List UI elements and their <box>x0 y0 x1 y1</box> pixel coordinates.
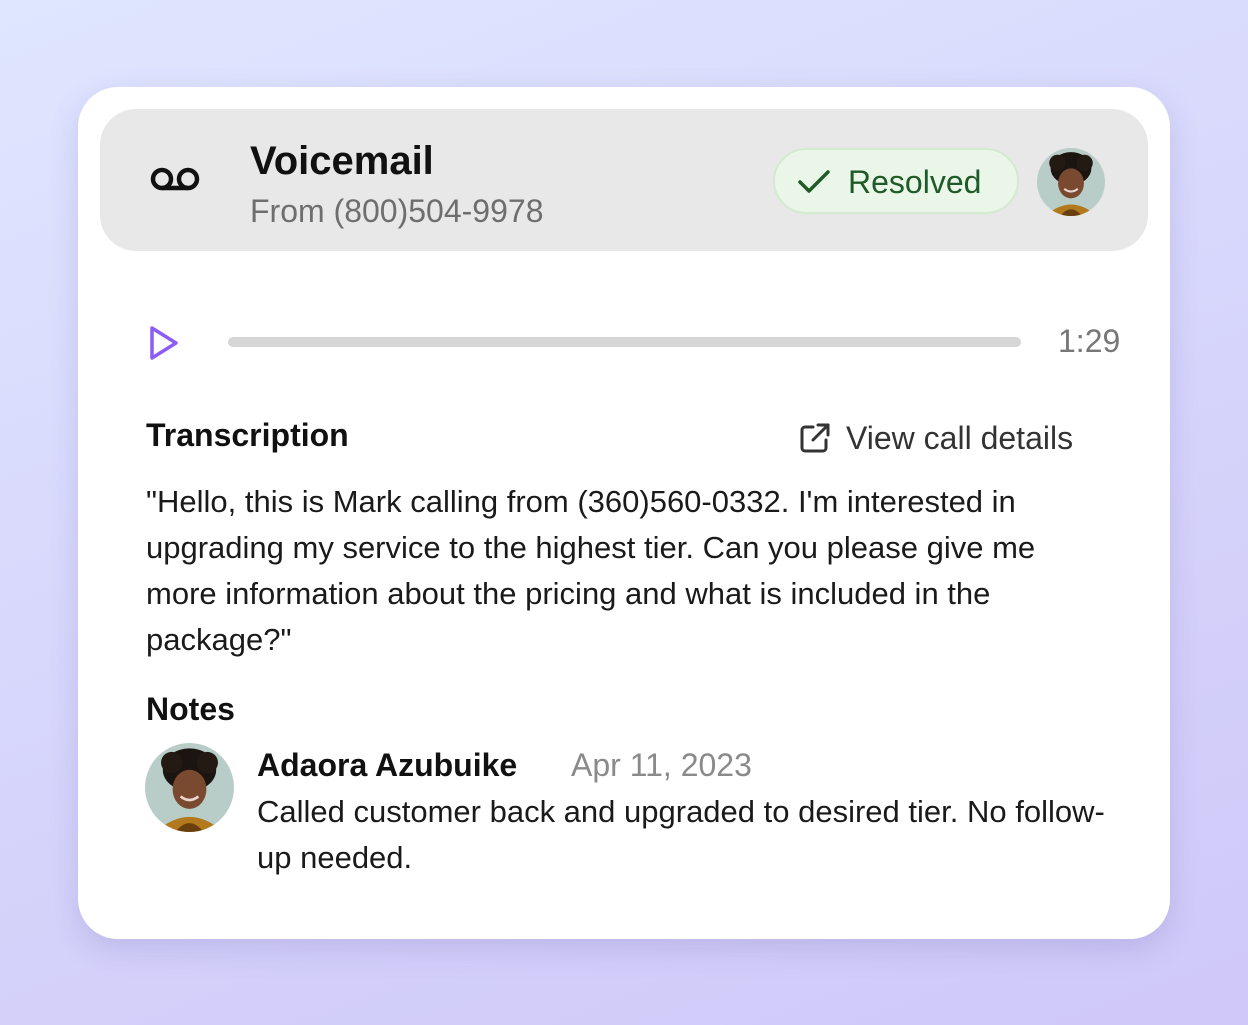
external-link-icon <box>798 421 832 455</box>
note-author-avatar <box>145 743 234 832</box>
voicemail-card: Voicemail From (800)504-9978 Resolved 1:… <box>78 87 1170 939</box>
note-date: Apr 11, 2023 <box>571 747 752 783</box>
notes-heading: Notes <box>146 691 235 727</box>
voicemail-icon <box>150 165 200 195</box>
status-badge[interactable]: Resolved <box>773 148 1019 214</box>
voicemail-header: Voicemail From (800)504-9978 Resolved <box>100 109 1148 251</box>
status-label: Resolved <box>848 164 982 200</box>
view-call-details-label: View call details <box>846 420 1074 456</box>
note-author: Adaora Azubuike <box>257 747 518 783</box>
caller-number: From (800)504-9978 <box>250 193 544 229</box>
check-icon <box>797 167 831 197</box>
audio-progress-bar[interactable] <box>228 337 1021 347</box>
transcription-text: "Hello, this is Mark calling from (360)5… <box>146 484 1036 657</box>
voicemail-title: Voicemail <box>250 139 434 183</box>
audio-duration: 1:29 <box>1058 323 1121 359</box>
assignee-avatar[interactable] <box>1037 148 1105 216</box>
transcription-heading: Transcription <box>146 417 349 453</box>
note-text: Called customer back and upgraded to des… <box>257 794 1105 875</box>
play-icon[interactable] <box>148 325 180 361</box>
view-call-details-link[interactable]: View call details <box>798 418 1073 458</box>
